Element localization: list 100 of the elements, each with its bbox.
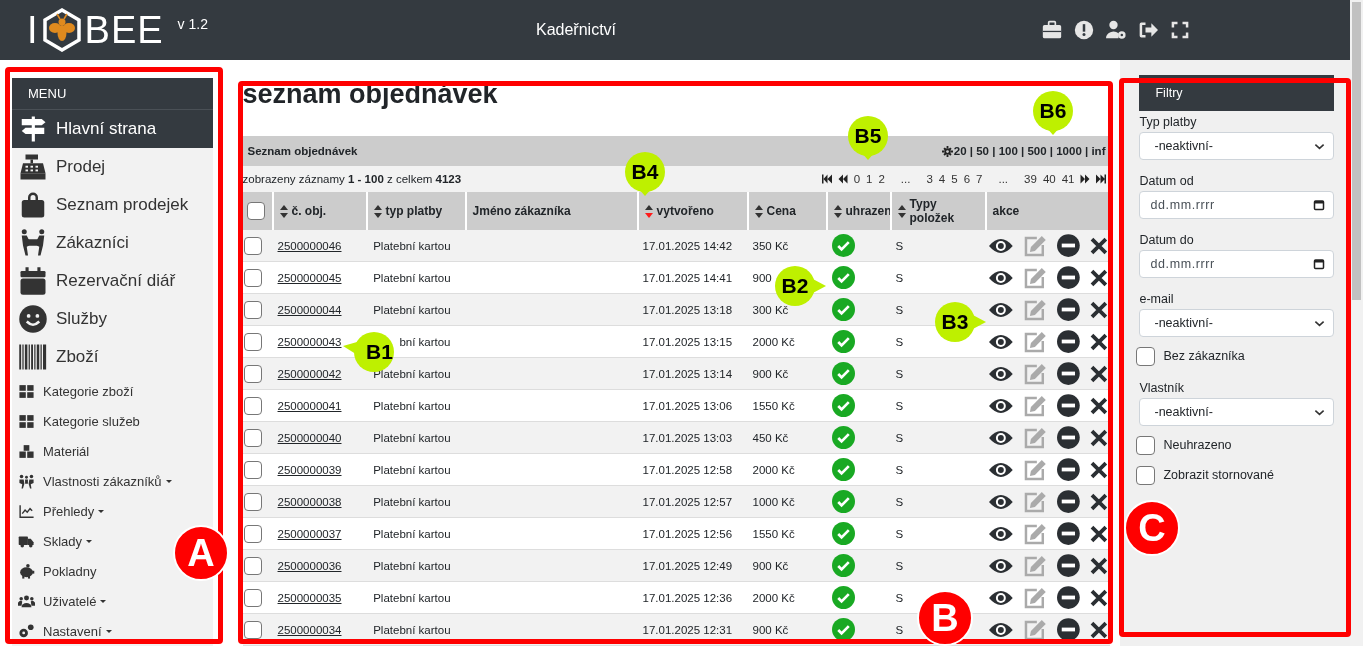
minus-circle-icon[interactable] [1057, 586, 1080, 609]
close-icon[interactable] [1089, 620, 1108, 639]
order-link[interactable]: 2500000044 [277, 303, 342, 316]
close-icon[interactable] [1089, 268, 1108, 287]
minus-circle-icon[interactable] [1057, 394, 1080, 417]
close-icon[interactable] [1089, 300, 1108, 319]
checkbox[interactable] [1136, 346, 1156, 366]
close-icon[interactable] [1089, 556, 1108, 575]
row-checkbox[interactable] [243, 396, 262, 415]
row-checkbox[interactable] [243, 460, 262, 479]
sidebar-item[interactable]: Sklady [12, 526, 97, 556]
order-link[interactable]: 2500000046 [277, 239, 342, 252]
sidebar-item[interactable]: Zákazníci [12, 224, 133, 262]
view-icon[interactable] [987, 524, 1014, 543]
row-checkbox[interactable] [243, 364, 262, 383]
select-field[interactable]: -neaktivní- [1139, 398, 1334, 426]
minus-circle-icon[interactable] [1057, 554, 1080, 577]
select-all-checkbox[interactable] [246, 202, 265, 220]
close-icon[interactable] [1089, 236, 1108, 255]
select-field[interactable]: -neaktivní- [1139, 309, 1334, 337]
view-icon[interactable] [987, 396, 1014, 415]
date-field[interactable]: dd.mm.rrrr [1139, 250, 1334, 278]
view-icon[interactable] [987, 300, 1014, 319]
row-checkbox[interactable] [243, 332, 262, 351]
row-checkbox[interactable] [243, 428, 262, 447]
order-link[interactable]: 2500000043 [277, 335, 342, 348]
close-icon[interactable] [1089, 460, 1108, 479]
fullscreen-icon[interactable] [1170, 20, 1190, 40]
user-settings-icon[interactable] [1106, 20, 1126, 40]
view-icon[interactable] [987, 236, 1014, 255]
scrollbar-thumb[interactable] [1352, 2, 1361, 300]
page-link[interactable]: 0 [852, 173, 862, 186]
minus-circle-icon[interactable] [1057, 618, 1080, 641]
view-icon[interactable] [987, 268, 1014, 287]
row-checkbox[interactable] [243, 556, 262, 575]
sidebar-item[interactable]: Kategorie služeb [12, 406, 144, 436]
row-checkbox[interactable] [243, 236, 262, 255]
date-field[interactable]: dd.mm.rrrr [1139, 191, 1334, 219]
close-icon[interactable] [1089, 428, 1108, 447]
briefcase-icon[interactable] [1042, 20, 1062, 40]
page-link[interactable]: 4 [937, 173, 947, 186]
close-icon[interactable] [1089, 492, 1108, 511]
view-icon[interactable] [987, 364, 1014, 383]
page-link[interactable]: 2 [877, 173, 886, 186]
minus-circle-icon[interactable] [1057, 330, 1080, 353]
page-size-links[interactable]: 20 | 50 | 100 | 500 | 1000 | inf [953, 145, 1106, 158]
order-link[interactable]: 2500000036 [277, 559, 342, 572]
sidebar-item[interactable]: Hlavní strana [12, 110, 213, 148]
alert-icon[interactable] [1074, 20, 1094, 40]
select-field[interactable]: -neaktivní- [1139, 132, 1334, 160]
view-icon[interactable] [987, 556, 1014, 575]
sidebar-item[interactable]: Seznam prodejek [12, 186, 193, 224]
order-link[interactable]: 2500000034 [277, 623, 342, 636]
row-checkbox[interactable] [243, 268, 262, 287]
page-link[interactable]: ... [899, 173, 912, 186]
view-icon[interactable] [987, 428, 1014, 447]
row-checkbox[interactable] [243, 524, 262, 543]
minus-circle-icon[interactable] [1057, 426, 1080, 449]
sidebar-item[interactable]: Pokladny [12, 556, 101, 586]
sidebar-item[interactable]: Přehledy [12, 496, 109, 526]
page-link[interactable]: 39 [1023, 173, 1038, 186]
order-link[interactable]: 2500000045 [277, 271, 342, 284]
minus-circle-icon[interactable] [1057, 490, 1080, 513]
page-link[interactable]: 1 [865, 173, 874, 186]
close-icon[interactable] [1089, 332, 1108, 351]
sidebar-item[interactable]: Kategorie zboží [12, 376, 138, 406]
logout-icon[interactable] [1138, 20, 1158, 40]
minus-circle-icon[interactable] [1057, 298, 1080, 321]
sidebar-item[interactable]: Vlastnosti zákazníků [12, 466, 176, 496]
minus-circle-icon[interactable] [1057, 458, 1080, 481]
minus-circle-icon[interactable] [1057, 522, 1080, 545]
checkbox[interactable] [1136, 435, 1156, 455]
view-icon[interactable] [987, 492, 1014, 511]
order-link[interactable]: 2500000039 [277, 463, 342, 476]
sidebar-item[interactable]: Nastavení [12, 616, 116, 646]
order-link[interactable]: 2500000035 [277, 591, 342, 604]
view-icon[interactable] [987, 332, 1014, 351]
sidebar-item[interactable]: Prodej [12, 148, 110, 186]
page-link[interactable]: 6 [962, 173, 972, 186]
page-link[interactable]: ... [997, 173, 1010, 186]
order-link[interactable]: 2500000037 [277, 527, 342, 540]
sidebar-item[interactable]: Materiál [12, 436, 94, 466]
close-icon[interactable] [1089, 588, 1108, 607]
order-link[interactable]: 2500000042 [277, 367, 342, 380]
minus-circle-icon[interactable] [1057, 362, 1080, 385]
sidebar-item[interactable]: Uživatelé [12, 586, 111, 616]
page-link[interactable]: 7 [975, 173, 984, 186]
order-link[interactable]: 2500000040 [277, 431, 342, 444]
order-link[interactable]: 2500000038 [277, 495, 342, 508]
page-link[interactable]: 3 [925, 173, 934, 186]
edit-icon[interactable] [1023, 618, 1047, 641]
sidebar-item[interactable]: Služby [12, 300, 112, 338]
view-icon[interactable] [987, 460, 1014, 479]
row-checkbox[interactable] [243, 588, 262, 607]
close-icon[interactable] [1089, 524, 1108, 543]
checkbox[interactable] [1136, 465, 1156, 485]
minus-circle-icon[interactable] [1057, 266, 1080, 289]
page-link[interactable]: 5 [950, 173, 959, 186]
page-link[interactable]: 41 [1060, 173, 1076, 186]
sidebar-item[interactable]: Rezervační diář [12, 262, 180, 300]
